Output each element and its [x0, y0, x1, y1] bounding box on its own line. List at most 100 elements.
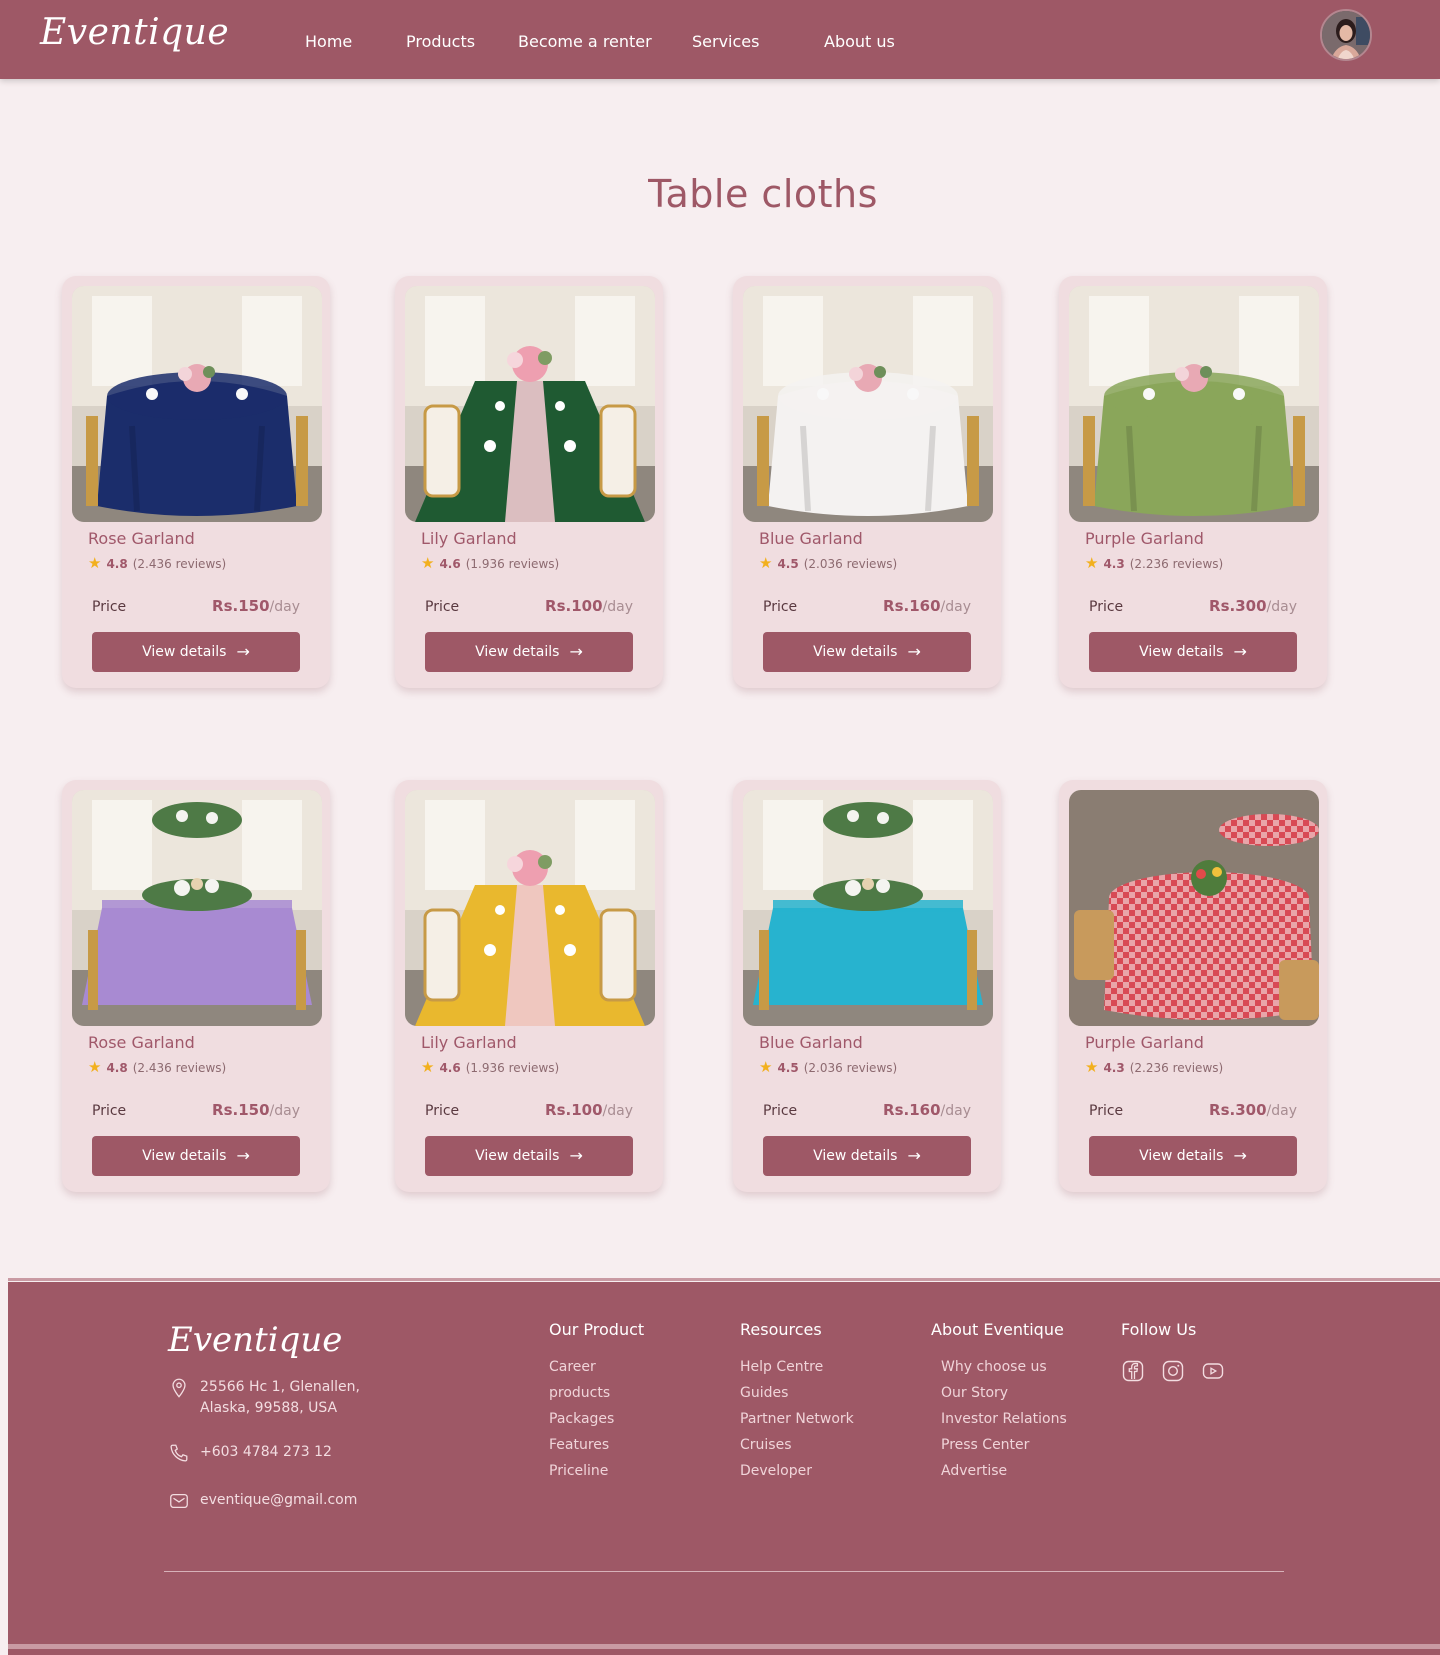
star-icon: ★ — [88, 1058, 102, 1076]
view-details-button[interactable]: View details → — [425, 1136, 633, 1176]
footer-link-priceline[interactable]: Priceline — [549, 1463, 644, 1481]
product-name[interactable]: Lily Garland — [421, 529, 517, 548]
address-text: 25566 Hc 1, Glenallen, Alaska, 99588, US… — [200, 1379, 360, 1416]
view-details-button[interactable]: View details → — [763, 632, 971, 672]
product-image[interactable] — [743, 286, 993, 522]
view-details-button[interactable]: View details → — [1089, 1136, 1297, 1176]
footer-link-why-choose-us[interactable]: Why choose us — [941, 1359, 1067, 1377]
nav-about-us[interactable]: About us — [824, 32, 895, 51]
nav-become-renter[interactable]: Become a renter — [518, 32, 652, 51]
arrow-right-icon: → — [236, 1146, 250, 1165]
rating-value: 4.6 — [439, 1060, 461, 1075]
review-count: (2.236 reviews) — [1129, 556, 1224, 571]
product-rating: ★ 4.5 (2.036 reviews) — [759, 556, 897, 571]
nav-home[interactable]: Home — [305, 32, 352, 51]
view-details-button[interactable]: View details → — [425, 632, 633, 672]
product-image[interactable] — [405, 790, 655, 1026]
rating-value: 4.8 — [106, 556, 128, 571]
table-scene — [405, 790, 655, 1026]
table-scene — [72, 286, 322, 522]
product-name[interactable]: Purple Garland — [1085, 1033, 1204, 1052]
product-name[interactable]: Rose Garland — [88, 1033, 195, 1052]
footer-link-cruises[interactable]: Cruises — [740, 1437, 854, 1455]
footer-link-partner-network[interactable]: Partner Network — [740, 1411, 854, 1429]
product-price: Rs.160/day — [883, 597, 971, 615]
email-text[interactable]: eventique@gmail.com — [200, 1490, 357, 1511]
product-name[interactable]: Blue Garland — [759, 1033, 863, 1052]
footer-link-press-center[interactable]: Press Center — [941, 1437, 1067, 1455]
instagram-icon[interactable] — [1161, 1359, 1185, 1383]
price-unit: /day — [1266, 599, 1297, 615]
product-rating: ★ 4.5 (2.036 reviews) — [759, 1060, 897, 1075]
footer-link-features[interactable]: Features — [549, 1437, 644, 1455]
product-price: Rs.160/day — [883, 1101, 971, 1119]
product-image[interactable] — [72, 286, 322, 522]
footer-link-advertise[interactable]: Advertise — [941, 1463, 1067, 1481]
social-links — [1121, 1359, 1225, 1383]
footer-link-developer[interactable]: Developer — [740, 1463, 854, 1481]
price-amount: Rs.300 — [1209, 1101, 1267, 1119]
youtube-icon[interactable] — [1201, 1359, 1225, 1383]
footer-heading: Resources — [740, 1320, 822, 1339]
product-name[interactable]: Blue Garland — [759, 529, 863, 548]
star-icon: ★ — [1085, 554, 1099, 572]
price-unit: /day — [269, 599, 300, 615]
product-image[interactable] — [405, 286, 655, 522]
view-details-button[interactable]: View details → — [92, 632, 300, 672]
phone-text[interactable]: +603 4784 273 12 — [200, 1442, 332, 1463]
table-scene — [1069, 790, 1319, 1026]
product-rating: ★ 4.3 (2.236 reviews) — [1085, 1060, 1223, 1075]
footer-col-about: About Eventique Why choose us Our Story … — [931, 1320, 1067, 1489]
review-count: (2.436 reviews) — [132, 1060, 227, 1075]
price-unit: /day — [269, 1103, 300, 1119]
table-scene — [72, 790, 322, 1026]
price-amount: Rs.160 — [883, 597, 941, 615]
footer-link-career[interactable]: Career — [549, 1359, 644, 1377]
product-price: Rs.150/day — [212, 597, 300, 615]
review-count: (2.036 reviews) — [803, 1060, 898, 1075]
view-details-label: View details — [475, 1148, 560, 1164]
view-details-button[interactable]: View details → — [92, 1136, 300, 1176]
price-unit: /day — [940, 599, 971, 615]
footer-link-packages[interactable]: Packages — [549, 1411, 644, 1429]
price-amount: Rs.150 — [212, 597, 270, 615]
product-name[interactable]: Rose Garland — [88, 529, 195, 548]
footer-link-products[interactable]: products — [549, 1385, 644, 1403]
table-scene — [1069, 286, 1319, 522]
product-name[interactable]: Lily Garland — [421, 1033, 517, 1052]
product-image[interactable] — [743, 790, 993, 1026]
price-label: Price — [92, 1103, 127, 1119]
table-scene — [743, 286, 993, 522]
footer-heading: About Eventique — [931, 1320, 1064, 1339]
footer-logo[interactable]: Eventique — [168, 1320, 342, 1360]
footer-col-our-product: Our Product Career products Packages Fea… — [549, 1320, 644, 1489]
product-rating: ★ 4.6 (1.936 reviews) — [421, 556, 559, 571]
view-details-button[interactable]: View details → — [1089, 632, 1297, 672]
table-scene — [405, 286, 655, 522]
view-details-button[interactable]: View details → — [763, 1136, 971, 1176]
star-icon: ★ — [421, 1058, 435, 1076]
product-card: Rose Garland ★ 4.8 (2.436 reviews) Price Rs.1… — [62, 276, 330, 688]
product-name[interactable]: Purple Garland — [1085, 529, 1204, 548]
product-image[interactable] — [1069, 286, 1319, 522]
mail-icon — [170, 1493, 188, 1509]
location-pin-icon — [172, 1378, 186, 1398]
nav-products[interactable]: Products — [406, 32, 475, 51]
product-image[interactable] — [72, 790, 322, 1026]
main-nav: Home Products Become a renter Services A… — [0, 0, 1440, 79]
footer-link-help-centre[interactable]: Help Centre — [740, 1359, 854, 1377]
view-details-label: View details — [1139, 1148, 1224, 1164]
user-avatar[interactable] — [1320, 9, 1372, 61]
footer-link-our-story[interactable]: Our Story — [941, 1385, 1067, 1403]
product-image[interactable] — [1069, 790, 1319, 1026]
view-details-label: View details — [813, 644, 898, 660]
facebook-icon[interactable] — [1121, 1359, 1145, 1383]
rating-value: 4.3 — [1103, 556, 1125, 571]
footer-link-investor-relations[interactable]: Investor Relations — [941, 1411, 1067, 1429]
product-card: Purple Garland ★ 4.3 (2.236 reviews) Price Rs… — [1059, 276, 1327, 688]
rating-value: 4.3 — [1103, 1060, 1125, 1075]
price-label: Price — [763, 599, 798, 615]
rating-value: 4.5 — [777, 1060, 799, 1075]
footer-link-guides[interactable]: Guides — [740, 1385, 854, 1403]
nav-services[interactable]: Services — [692, 32, 759, 51]
